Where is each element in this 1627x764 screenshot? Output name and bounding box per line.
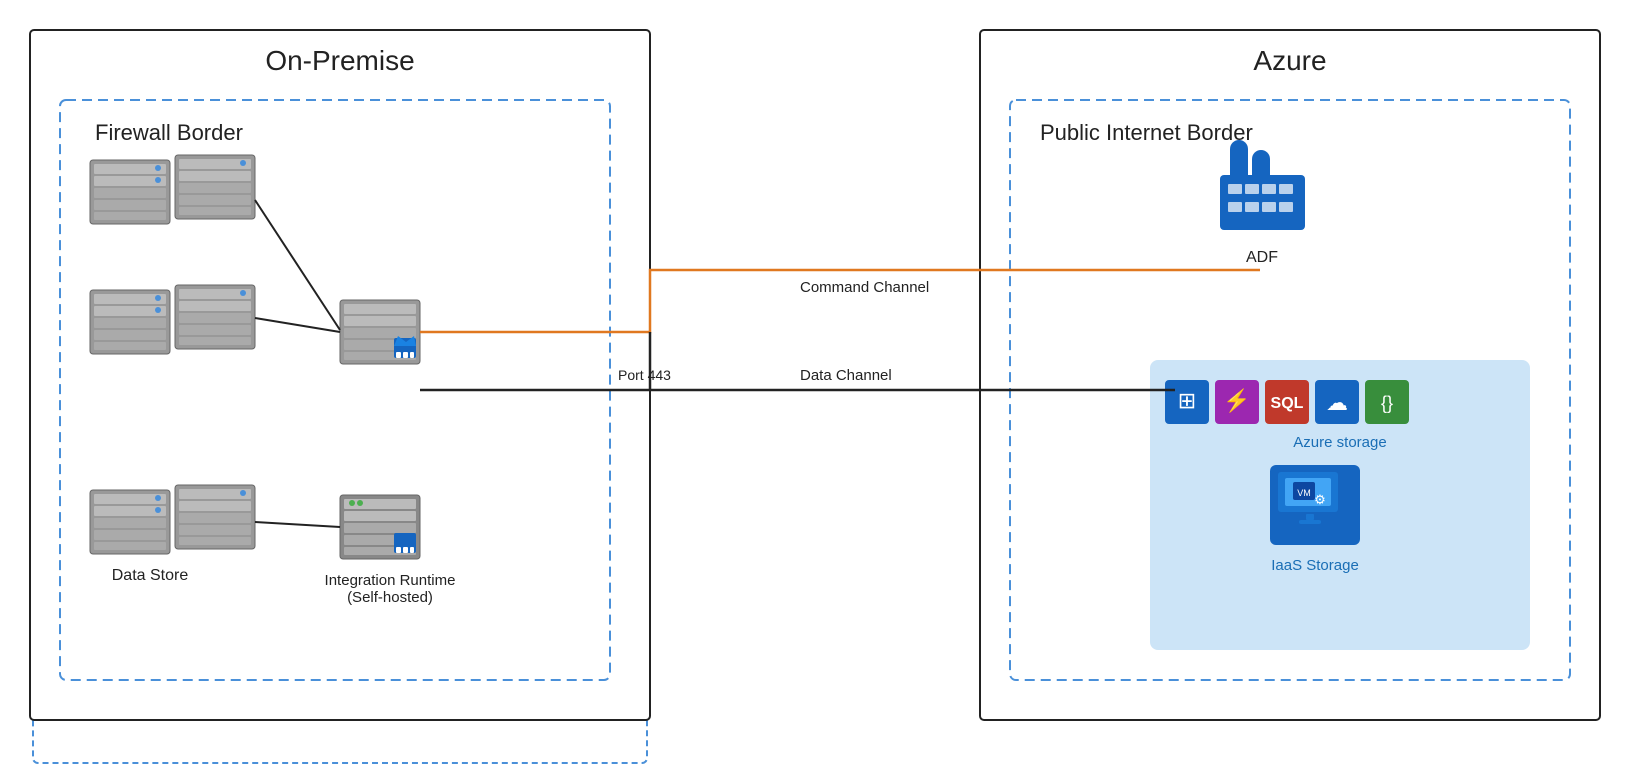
on-premise-box: On-Premise xyxy=(30,30,650,720)
svg-text:Data Channel: Data Channel xyxy=(800,367,892,384)
svg-text:Command Channel: Command Channel xyxy=(800,279,929,296)
azure-title: Azure xyxy=(982,32,1598,78)
azure-box: Azure xyxy=(980,30,1600,720)
diagram-container: On-Premise Azure On-Premise Firewall Bor… xyxy=(0,0,1627,754)
firewall-border-box xyxy=(32,78,648,764)
on-premise-title: On-Premise xyxy=(32,32,648,78)
